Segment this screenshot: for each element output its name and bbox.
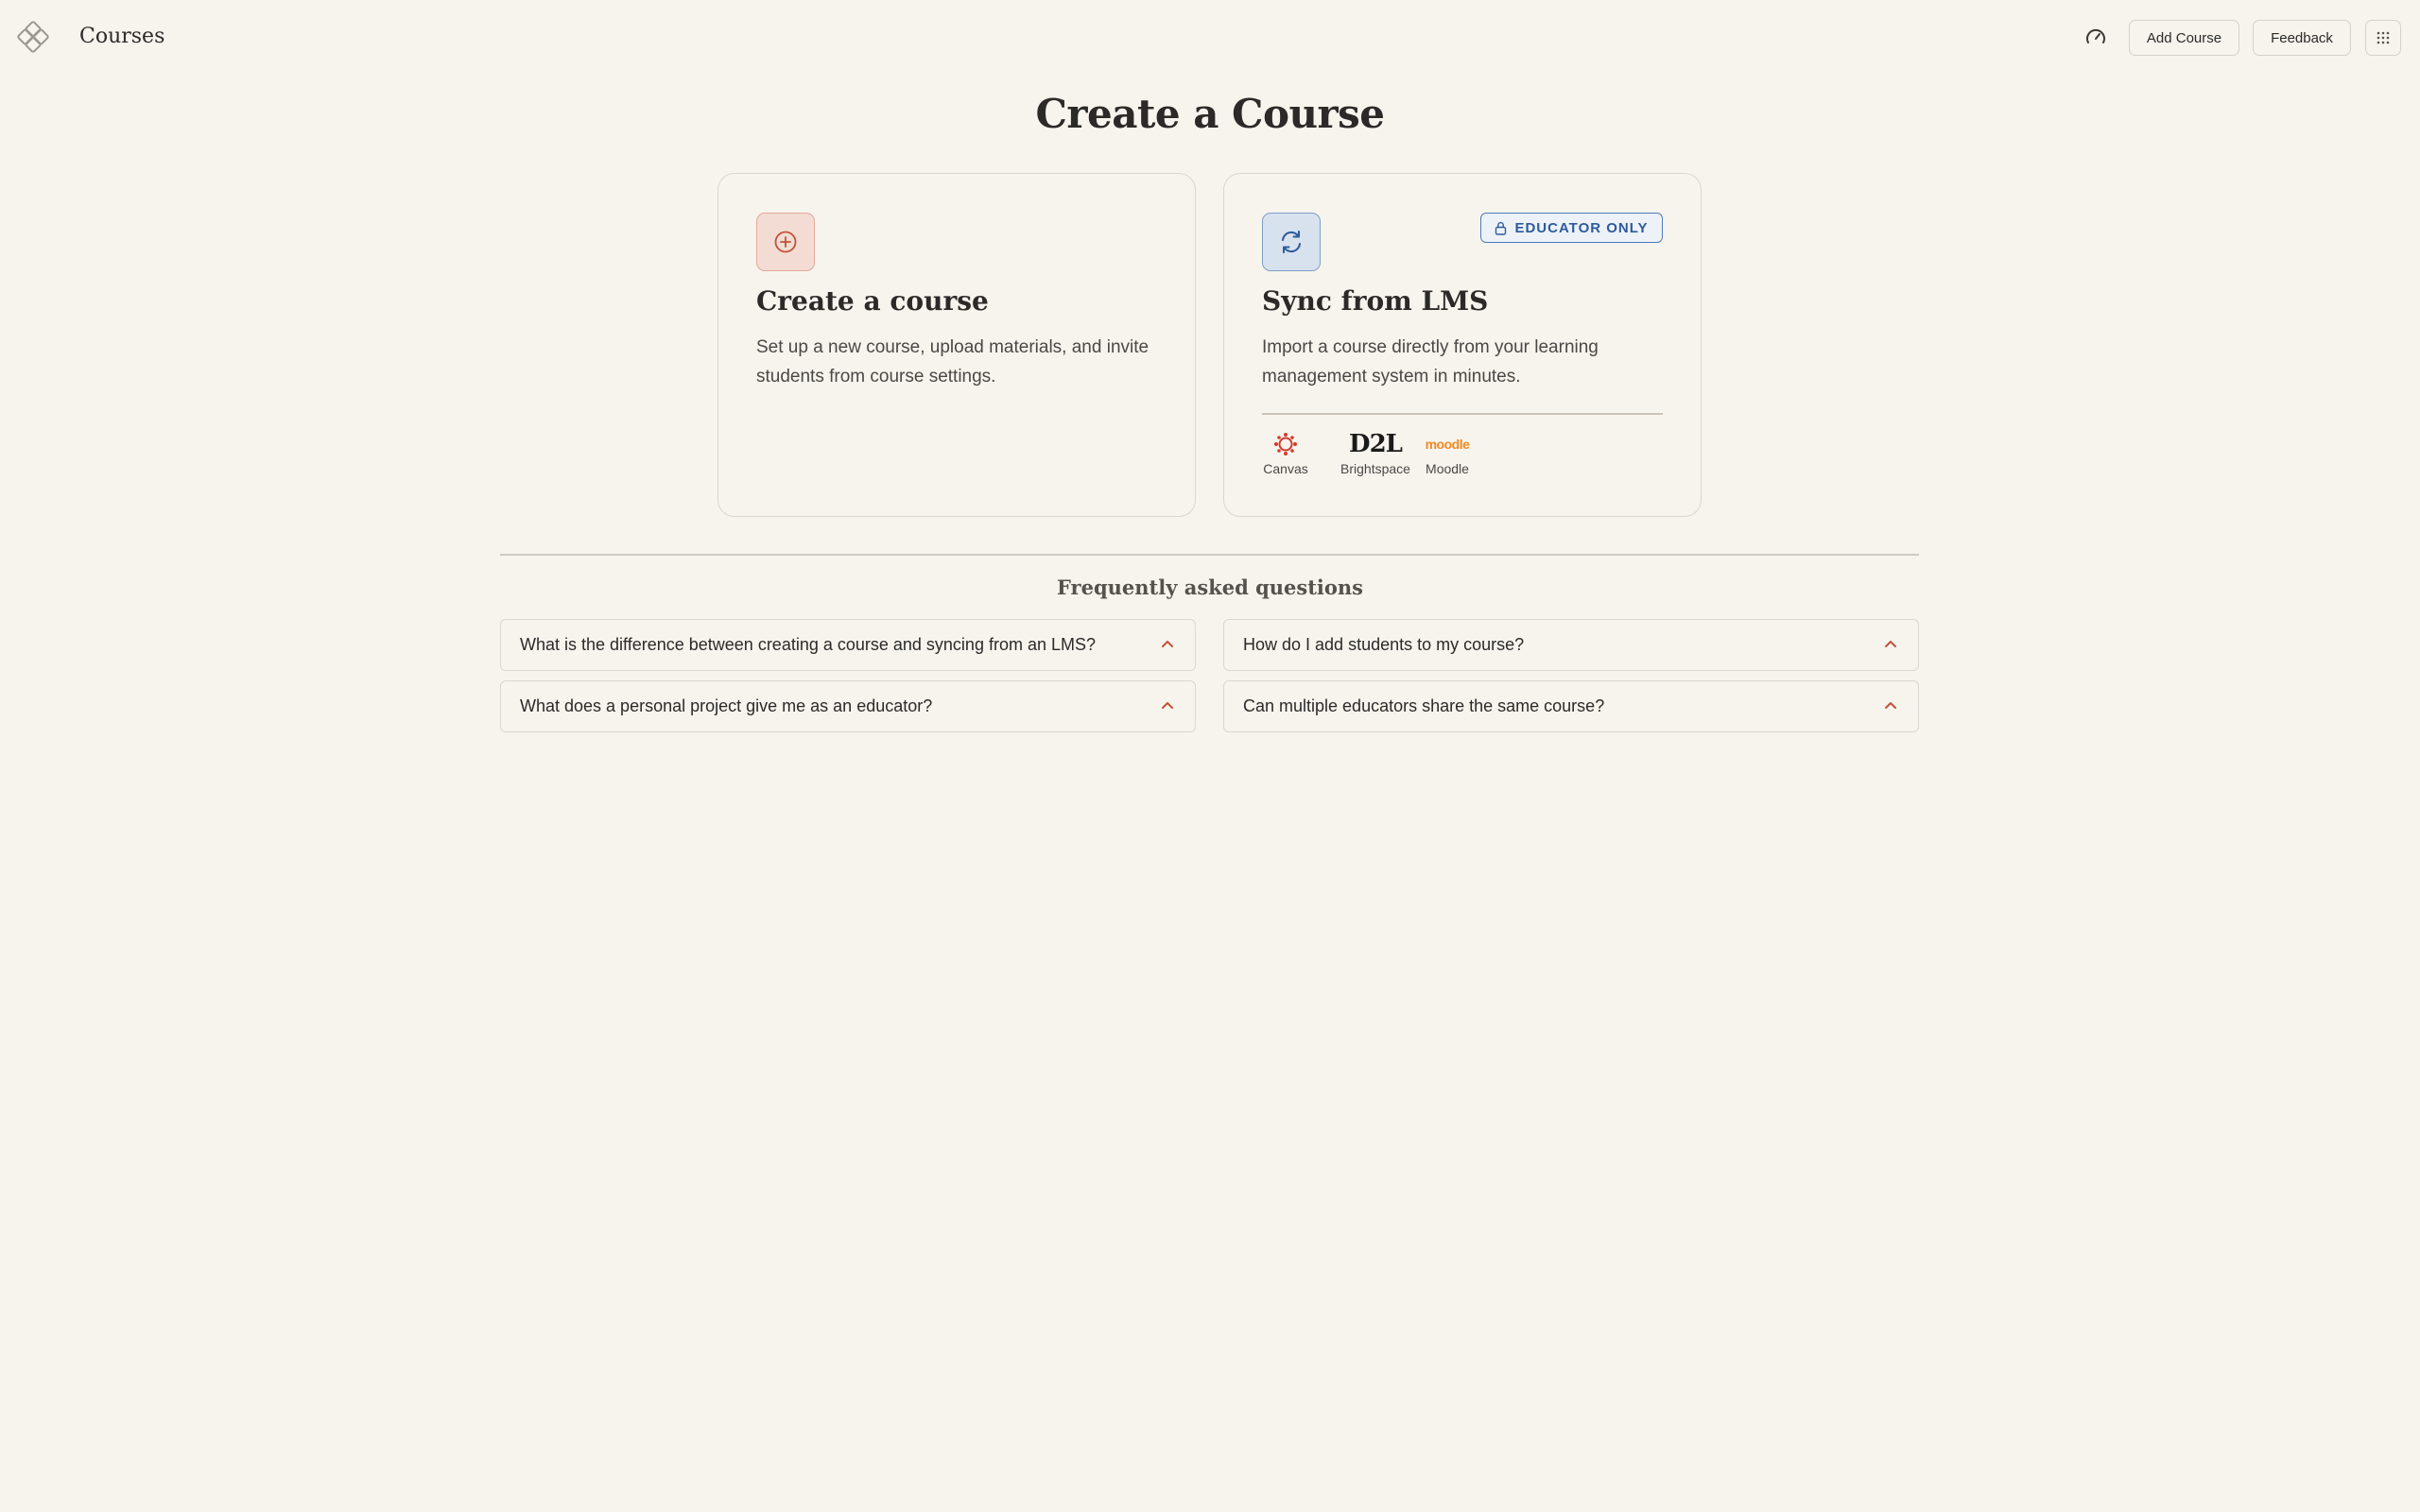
sync-card-title: Sync from LMS <box>1262 285 1489 317</box>
faq-question: Can multiple educators share the same co… <box>1243 696 1605 715</box>
chevron-up-icon <box>1885 702 1896 709</box>
apps-menu-button[interactable] <box>2365 20 2401 56</box>
create-course-card[interactable]: Create a course Set up a new course, upl… <box>717 173 1196 517</box>
faq-item[interactable]: What is the difference between creating … <box>500 619 1196 671</box>
lms-brightspace[interactable]: D2L Brightspace <box>1333 430 1418 476</box>
lms-canvas[interactable]: Canvas <box>1262 431 1309 476</box>
sync-icon-box <box>1262 213 1321 271</box>
lms-label: Moodle <box>1426 461 1469 476</box>
lms-label: Brightspace <box>1340 461 1410 476</box>
faq-question: What does a personal project give me as … <box>520 696 933 715</box>
faq-item[interactable]: What does a personal project give me as … <box>500 680 1196 732</box>
faq-question: How do I add students to my course? <box>1243 635 1525 654</box>
lock-icon <box>1495 221 1507 235</box>
top-bar: Courses Add Course Feedback <box>0 0 2420 76</box>
chevron-up-icon <box>1885 641 1896 647</box>
faq-item[interactable]: How do I add students to my course? <box>1223 619 1919 671</box>
chevron-up-icon <box>1162 641 1173 647</box>
create-card-description: Set up a new course, upload materials, a… <box>756 337 1150 387</box>
d2l-logo: D2L <box>1349 430 1403 458</box>
page-title: Create a Course <box>1035 91 1385 137</box>
add-course-button[interactable]: Add Course <box>2129 20 2239 56</box>
lms-moodle[interactable]: moodle Moodle <box>1421 431 1474 476</box>
chevron-up-icon <box>1162 702 1173 709</box>
diamond-logo-icon[interactable] <box>17 21 49 53</box>
faq-question: What is the difference between creating … <box>520 635 1097 654</box>
feedback-button[interactable]: Feedback <box>2253 20 2351 56</box>
card-divider <box>1262 413 1663 415</box>
section-divider <box>500 554 1919 556</box>
gauge-icon[interactable] <box>2084 26 2107 49</box>
lms-label: Canvas <box>1263 461 1308 476</box>
grid-dots-icon <box>2377 31 2390 44</box>
sync-lms-card[interactable]: EDUCATOR ONLY Sync from LMS Import a cou… <box>1223 173 1702 517</box>
sync-card-description: Import a course directly from your learn… <box>1262 337 1599 387</box>
create-icon-box <box>756 213 815 271</box>
refresh-icon <box>1282 231 1301 253</box>
faq-item[interactable]: Can multiple educators share the same co… <box>1223 680 1919 732</box>
app-title: Courses <box>79 25 165 48</box>
moodle-logo: moodle <box>1425 437 1470 452</box>
faq-heading: Frequently asked questions <box>1057 576 1363 599</box>
canvas-logo-icon <box>1274 433 1297 455</box>
badge-label: EDUCATOR ONLY <box>1514 219 1649 236</box>
plus-circle-icon <box>774 231 797 253</box>
educator-only-badge: EDUCATOR ONLY <box>1480 213 1663 243</box>
create-card-title: Create a course <box>756 285 989 317</box>
